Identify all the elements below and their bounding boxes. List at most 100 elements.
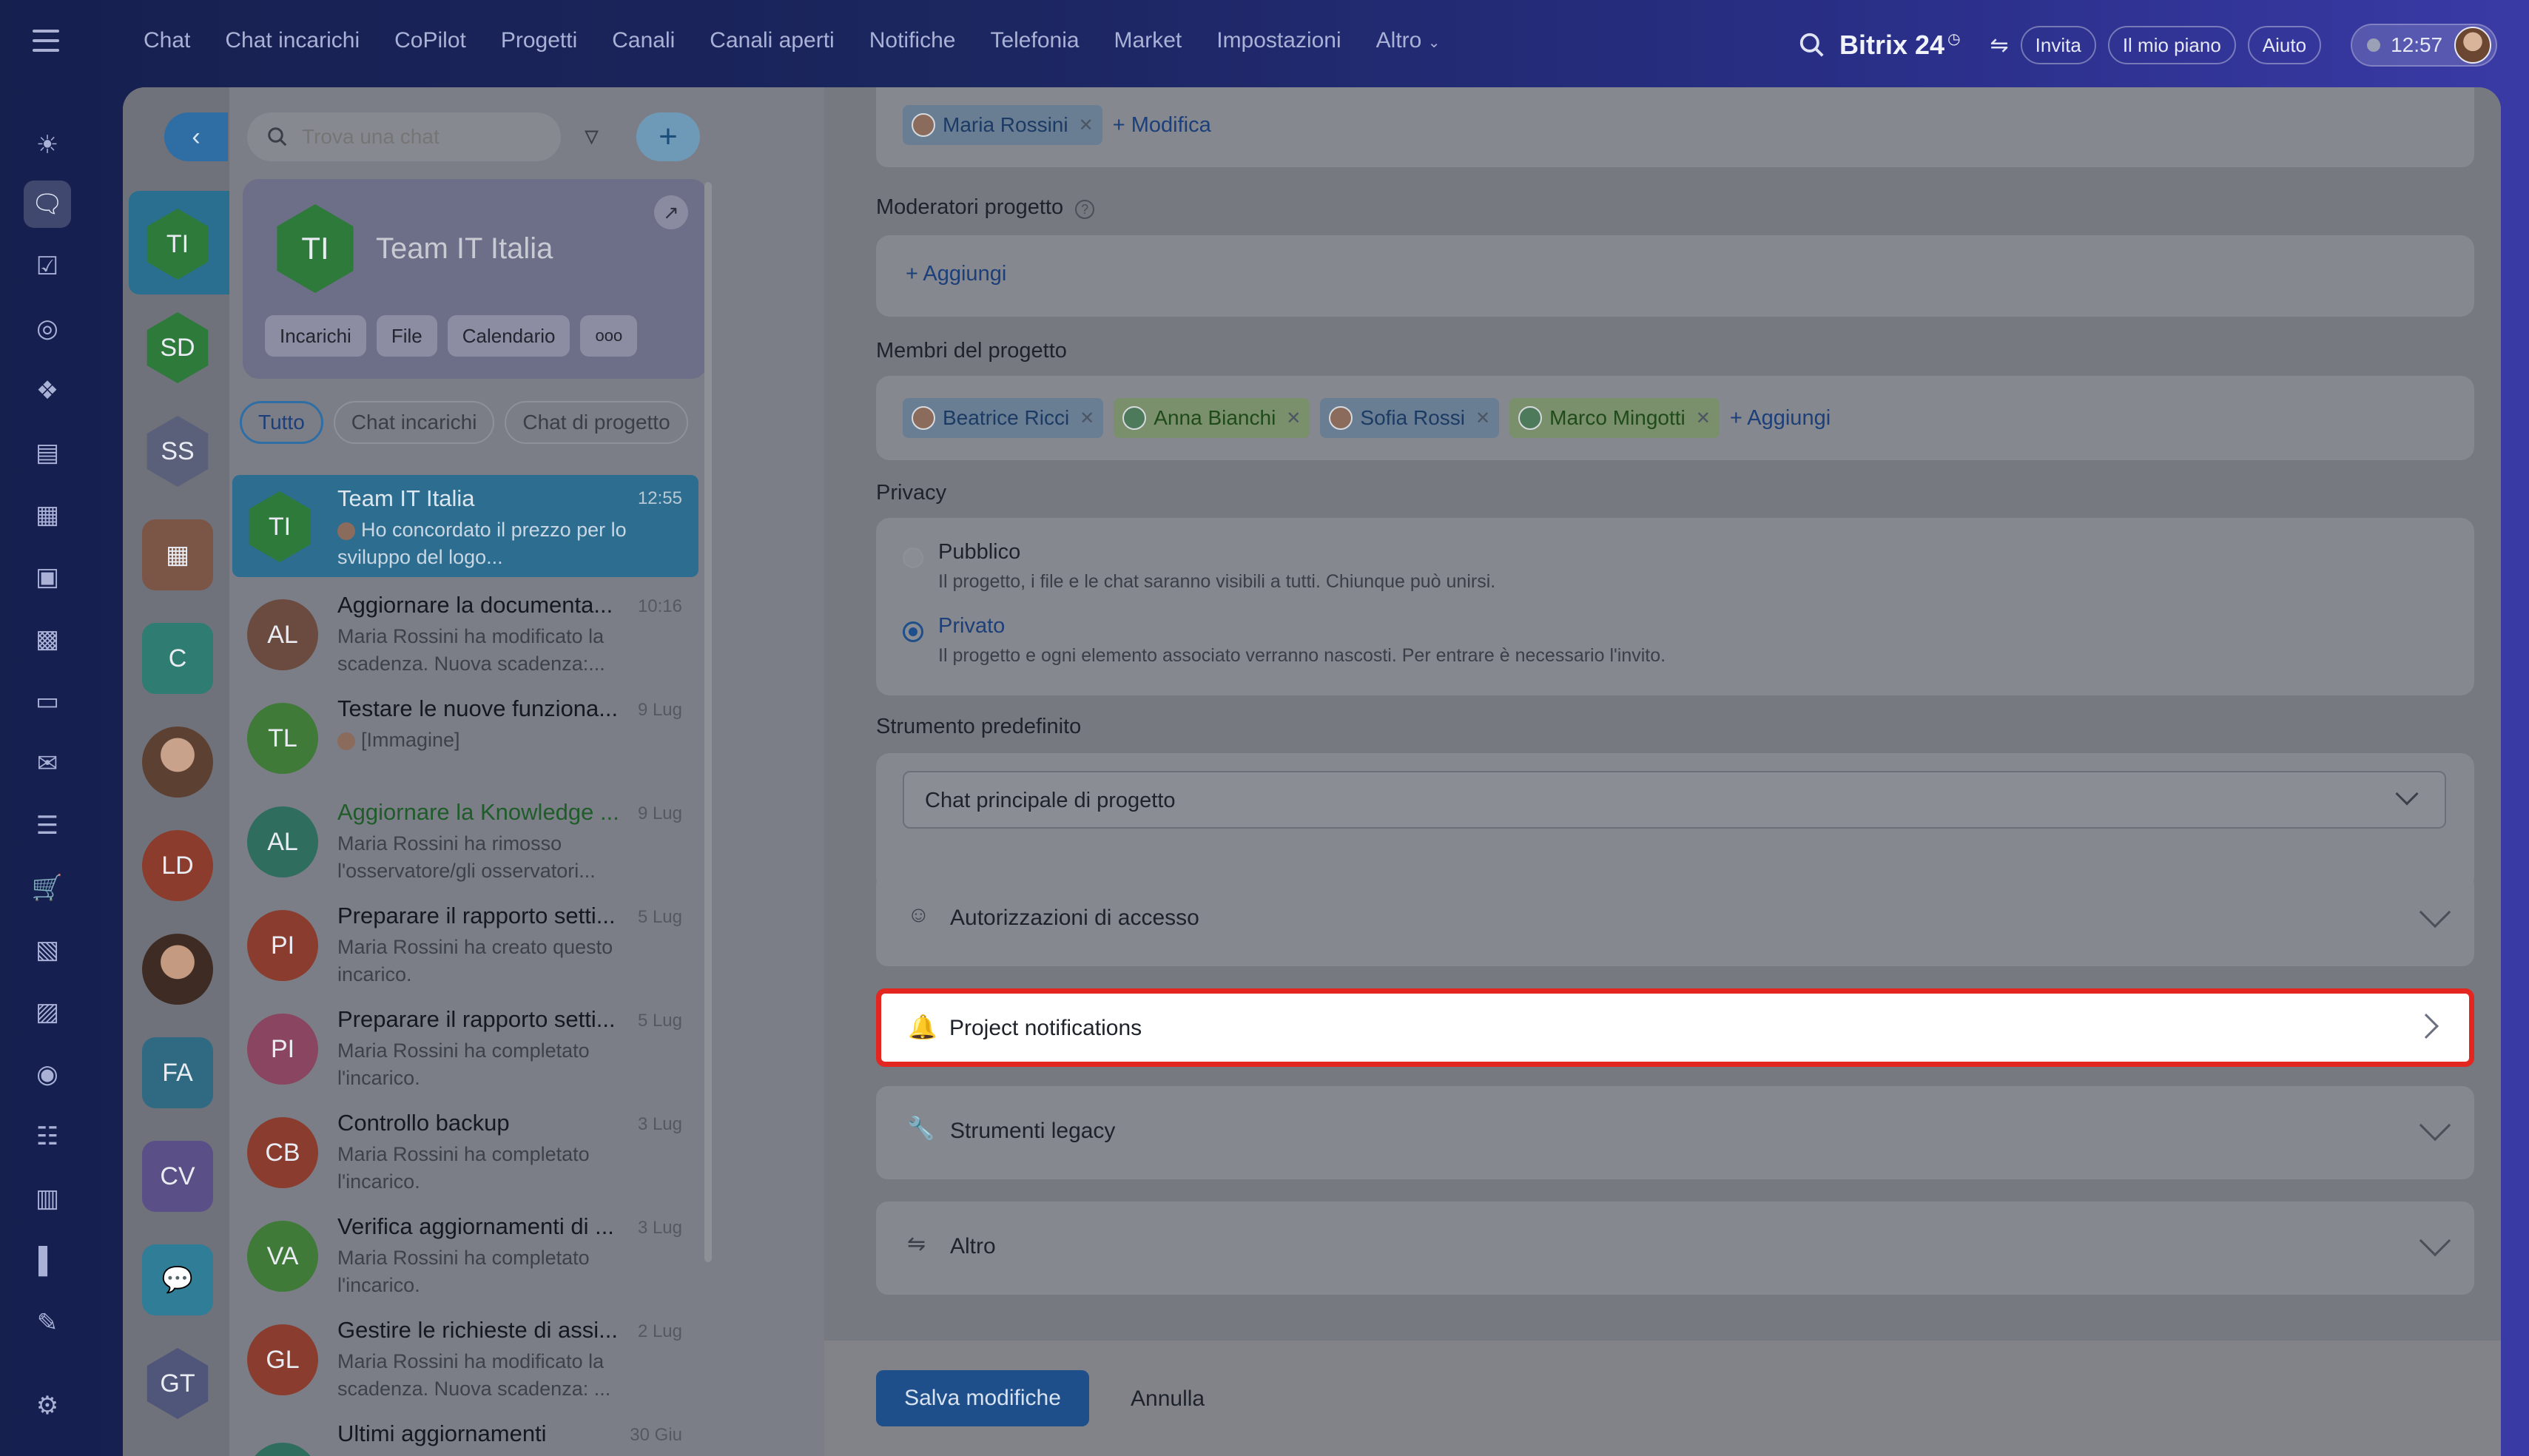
chat-list-scroll-thumb[interactable] — [704, 182, 712, 1262]
add-member-link[interactable]: + Aggiungi — [1730, 406, 1831, 431]
list-item[interactable]: CB Controllo backup 3 Lug Maria Rossini … — [232, 1102, 698, 1204]
invite-button[interactable]: Invita — [2020, 26, 2096, 64]
avatar-sd[interactable]: SD — [147, 312, 209, 383]
schedule-icon[interactable]: ▥ — [24, 1175, 71, 1222]
nav-market[interactable]: Market — [1114, 28, 1182, 53]
robot-icon[interactable]: ◉ — [24, 1051, 71, 1098]
nav-notifiche[interactable]: Notifiche — [869, 28, 956, 53]
settings-icon[interactable]: ⚙ — [24, 1382, 71, 1429]
sliders-icon[interactable]: ⇋ — [1990, 33, 2009, 58]
groups-icon[interactable]: ◎ — [24, 305, 71, 352]
close-icon[interactable]: ✕ — [1696, 408, 1711, 429]
avatar-gt[interactable]: GT — [147, 1348, 209, 1419]
mail-icon[interactable]: ✉ — [24, 740, 71, 787]
add-moderator-link[interactable]: + Aggiungi — [906, 262, 1006, 286]
owner-chip[interactable]: Maria Rossini ✕ — [903, 105, 1102, 145]
sites-icon[interactable]: ▨ — [24, 988, 71, 1036]
team-card[interactable]: TI Team IT Italia ↗ Incarichi File Calen… — [243, 179, 707, 379]
access-permissions-section[interactable]: ☺ Autorizzazioni di accesso — [876, 873, 2474, 966]
member-chip[interactable]: Marco Mingotti ✕ — [1509, 398, 1720, 438]
help-icon[interactable]: ? — [1075, 200, 1095, 219]
close-icon[interactable]: ✕ — [1080, 408, 1094, 429]
filter-tutto[interactable]: Tutto — [240, 401, 323, 444]
crm-icon[interactable]: ❖ — [24, 367, 71, 414]
chat-icon[interactable]: 🗨 — [24, 181, 71, 228]
nav-chat-incarichi[interactable]: Chat incarichi — [225, 28, 360, 53]
nav-chat[interactable]: Chat — [144, 28, 190, 53]
nav-impostazioni[interactable]: Impostazioni — [1216, 28, 1341, 53]
project-notifications-section[interactable]: 🔔 Project notifications — [876, 988, 2474, 1067]
file-icon[interactable]: ▩ — [24, 616, 71, 663]
list-item[interactable]: Ultimi aggiornamenti 30 Giu — [232, 1413, 698, 1456]
time-status[interactable]: 12:57 — [2351, 24, 2498, 67]
avatar-photo-2[interactable] — [142, 934, 213, 1005]
user-avatar[interactable] — [2454, 27, 2492, 64]
list-item[interactable]: AL Aggiornare la documenta... 10:16 Mari… — [232, 584, 698, 687]
nav-telefonia[interactable]: Telefonia — [990, 28, 1079, 53]
search-input[interactable] — [302, 125, 553, 149]
knowledge-icon[interactable]: ☷ — [24, 1113, 71, 1160]
member-chip[interactable]: Sofia Rossi ✕ — [1320, 398, 1500, 438]
store-icon[interactable]: ▧ — [24, 926, 71, 974]
chat-search[interactable] — [247, 112, 561, 161]
default-tool-select[interactable]: Chat principale di progetto — [903, 771, 2446, 829]
private-radio[interactable] — [903, 621, 923, 642]
my-plan-button[interactable]: Il mio piano — [2107, 26, 2236, 64]
chat-bubble-avatar-icon[interactable]: 💬 — [142, 1244, 213, 1315]
list-item[interactable]: TI Team IT Italia 12:55 Ho concordato il… — [232, 475, 698, 577]
legacy-tools-section[interactable]: 🔧 Strumenti legacy — [876, 1086, 2474, 1179]
filter-chat-incarichi[interactable]: Chat incarichi — [333, 401, 495, 444]
nav-copilot[interactable]: CoPilot — [394, 28, 466, 53]
save-button[interactable]: Salva modifiche — [876, 1370, 1089, 1426]
filter-icon[interactable]: ▿ — [585, 121, 614, 151]
avatar-cv[interactable]: CV — [142, 1141, 213, 1212]
other-section[interactable]: ⇋ Altro — [876, 1201, 2474, 1295]
avatar-fa[interactable]: FA — [142, 1037, 213, 1108]
close-icon[interactable]: ✕ — [1079, 115, 1094, 136]
documents-icon[interactable]: ▤ — [24, 429, 71, 476]
avatar-ld[interactable]: LD — [142, 830, 213, 901]
avatar-c[interactable]: C — [142, 623, 213, 694]
member-chip[interactable]: Anna Bianchi ✕ — [1114, 398, 1310, 438]
funnel-icon[interactable]: ☰ — [24, 802, 71, 849]
list-item[interactable]: GL Gestire le richieste di assi... 2 Lug… — [232, 1310, 698, 1412]
public-radio[interactable] — [903, 547, 923, 568]
public-title[interactable]: Pubblico — [938, 540, 1020, 564]
nav-progetti[interactable]: Progetti — [501, 28, 577, 53]
list-item[interactable]: PI Preparare il rapporto setti... 5 Lug … — [232, 999, 698, 1101]
cart-icon[interactable]: 🛒 — [24, 864, 71, 911]
menu-icon[interactable] — [33, 30, 59, 52]
calendar-avatar-icon[interactable]: ▦ — [142, 519, 213, 590]
feed-icon[interactable]: ☀ — [24, 121, 71, 169]
file-button[interactable]: File — [376, 315, 437, 357]
tasks-icon[interactable]: ☑ — [24, 243, 71, 290]
modify-owner-link[interactable]: + Modifica — [1113, 113, 1211, 138]
cancel-button[interactable]: Annulla — [1131, 1386, 1205, 1412]
back-button[interactable]: ‹ — [164, 112, 228, 161]
more-button[interactable]: ooo — [580, 315, 638, 357]
list-item[interactable]: PI Preparare il rapporto setti... 5 Lug … — [232, 895, 698, 997]
conference-icon[interactable]: ▣ — [24, 553, 71, 601]
help-button[interactable]: Aiuto — [2247, 26, 2322, 64]
member-chip[interactable]: Beatrice Ricci ✕ — [903, 398, 1104, 438]
list-item[interactable]: TL Testare le nuove funziona... 9 Lug [I… — [232, 688, 698, 790]
close-icon[interactable]: ✕ — [1475, 408, 1490, 429]
calendario-button[interactable]: Calendario — [447, 315, 570, 357]
nav-canali-aperti[interactable]: Canali aperti — [710, 28, 834, 53]
avatar-ss[interactable]: SS — [147, 416, 209, 487]
private-title[interactable]: Privato — [938, 614, 1005, 638]
filter-chat-progetto[interactable]: Chat di progetto — [505, 401, 688, 444]
avatar-photo-1[interactable] — [142, 727, 213, 798]
nav-canali[interactable]: Canali — [612, 28, 675, 53]
add-chat-button[interactable]: + — [636, 112, 700, 161]
search-icon[interactable] — [1798, 31, 1826, 59]
card-icon[interactable]: ▭ — [24, 678, 71, 725]
calendar-icon[interactable]: ▦ — [24, 491, 71, 539]
list-item[interactable]: AL Aggiornare la Knowledge ... 9 Lug Mar… — [232, 792, 698, 894]
close-icon[interactable]: ✕ — [1286, 408, 1301, 429]
nav-altro[interactable]: Altro ⌄ — [1376, 28, 1441, 53]
open-external-icon[interactable]: ↗ — [654, 195, 688, 229]
analytics-icon[interactable]: ▌ — [24, 1237, 71, 1284]
incarichi-button[interactable]: Incarichi — [265, 315, 366, 357]
list-item[interactable]: VA Verifica aggiornamenti di ... 3 Lug M… — [232, 1206, 698, 1308]
